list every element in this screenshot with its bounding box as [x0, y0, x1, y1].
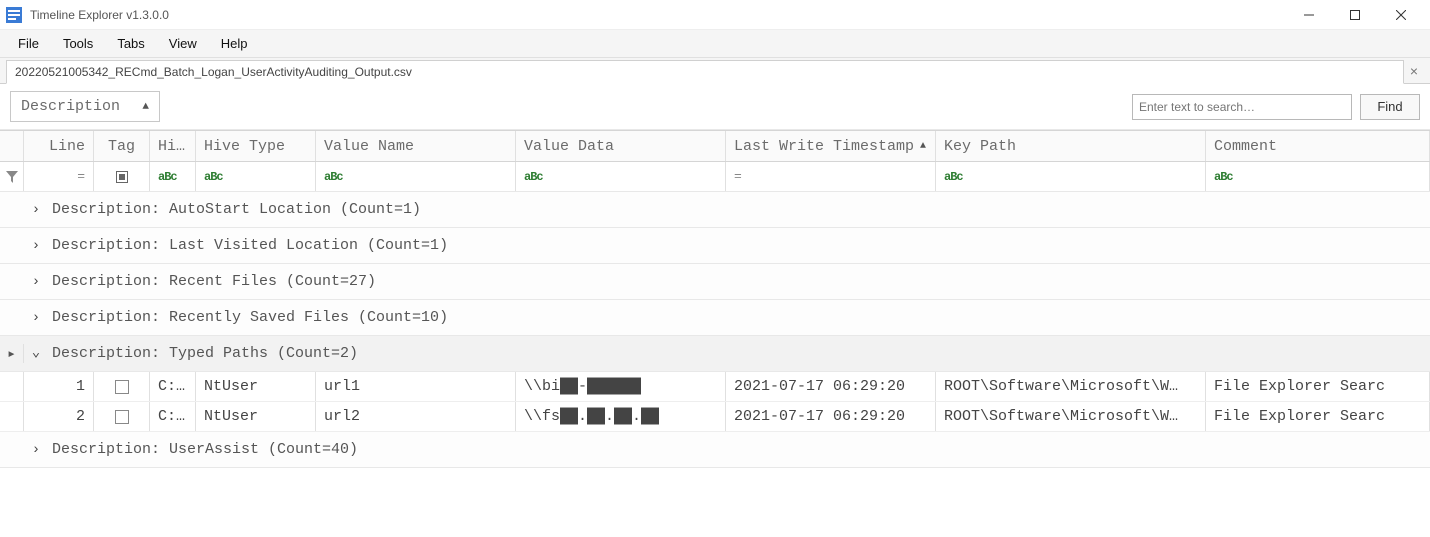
- group-by-selector[interactable]: Description ▲: [10, 91, 160, 122]
- cell-value-name: url2: [316, 402, 516, 431]
- tab-close-button[interactable]: ×: [1404, 63, 1424, 79]
- chevron-right-icon: ›: [24, 202, 48, 218]
- toolbar: Description ▲ Find: [0, 84, 1430, 130]
- chevron-right-icon: ›: [24, 442, 48, 458]
- col-comment[interactable]: Comment: [1206, 131, 1430, 161]
- cell-key-path: ROOT\Software\Microsoft\W…: [936, 402, 1206, 431]
- checkbox-icon: [116, 171, 128, 183]
- cell-value-data: \\fs██.██.██.██: [516, 402, 726, 431]
- window-controls: [1286, 0, 1424, 30]
- filter-hive[interactable]: aBc: [150, 162, 196, 191]
- filter-last-write[interactable]: =: [726, 162, 936, 191]
- col-hive[interactable]: Hi…: [150, 131, 196, 161]
- chevron-right-icon: ›: [24, 310, 48, 326]
- minimize-button[interactable]: [1286, 0, 1332, 30]
- cell-hive: C:…: [150, 372, 196, 401]
- table-row[interactable]: 2 C:… NtUser url2 \\fs██.██.██.██ 2021-0…: [0, 402, 1430, 432]
- cell-last-write: 2021-07-17 06:29:20: [726, 402, 936, 431]
- tab-file[interactable]: 20220521005342_RECmd_Batch_Logan_UserAct…: [6, 60, 1404, 84]
- group-label: Description: UserAssist (Count=40): [48, 441, 358, 458]
- col-value-name[interactable]: Value Name: [316, 131, 516, 161]
- cell-value-name: url1: [316, 372, 516, 401]
- group-label: Description: AutoStart Location (Count=1…: [48, 201, 421, 218]
- current-row-marker: ▸: [0, 344, 24, 363]
- filter-row: = aBc aBc aBc aBc = aBc aBc: [0, 162, 1430, 192]
- table-row[interactable]: 1 C:… NtUser url1 \\bi██-██████ 2021-07-…: [0, 372, 1430, 402]
- group-label: Description: Recently Saved Files (Count…: [48, 309, 448, 326]
- group-by-label: Description: [21, 98, 120, 115]
- maximize-button[interactable]: [1332, 0, 1378, 30]
- title-bar: Timeline Explorer v1.3.0.0: [0, 0, 1430, 30]
- find-button[interactable]: Find: [1360, 94, 1420, 120]
- group-label: Description: Last Visited Location (Coun…: [48, 237, 448, 254]
- cell-value-data: \\bi██-██████: [516, 372, 726, 401]
- col-line[interactable]: Line: [24, 131, 94, 161]
- col-hive-type[interactable]: Hive Type: [196, 131, 316, 161]
- group-row[interactable]: › Description: UserAssist (Count=40): [0, 432, 1430, 468]
- group-row[interactable]: ▸ ⌄ Description: Typed Paths (Count=2): [0, 336, 1430, 372]
- cell-line: 2: [24, 402, 94, 431]
- filter-key-path[interactable]: aBc: [936, 162, 1206, 191]
- filter-line[interactable]: =: [24, 162, 94, 191]
- cell-hive-type: NtUser: [196, 372, 316, 401]
- checkbox-icon[interactable]: [115, 410, 129, 424]
- col-tag[interactable]: Tag: [94, 131, 150, 161]
- find-button-label: Find: [1377, 99, 1402, 114]
- sort-asc-icon: ▲: [920, 141, 926, 152]
- close-button[interactable]: [1378, 0, 1424, 30]
- cell-tag[interactable]: [94, 402, 150, 431]
- cell-line: 1: [24, 372, 94, 401]
- cell-tag[interactable]: [94, 372, 150, 401]
- checkbox-icon[interactable]: [115, 380, 129, 394]
- menu-bar: File Tools Tabs View Help: [0, 30, 1430, 58]
- filter-value-data[interactable]: aBc: [516, 162, 726, 191]
- group-row[interactable]: › Description: Last Visited Location (Co…: [0, 228, 1430, 264]
- chevron-down-icon: ⌄: [24, 344, 48, 361]
- menu-view[interactable]: View: [157, 32, 209, 55]
- group-row[interactable]: › Description: Recent Files (Count=27): [0, 264, 1430, 300]
- cell-comment: File Explorer Searc: [1206, 402, 1430, 431]
- filter-tag[interactable]: [94, 162, 150, 191]
- cell-comment: File Explorer Searc: [1206, 372, 1430, 401]
- group-row[interactable]: › Description: Recently Saved Files (Cou…: [0, 300, 1430, 336]
- filter-value-name[interactable]: aBc: [316, 162, 516, 191]
- chevron-right-icon: ›: [24, 274, 48, 290]
- tab-label: 20220521005342_RECmd_Batch_Logan_UserAct…: [15, 65, 412, 79]
- cell-hive-type: NtUser: [196, 402, 316, 431]
- grid: Line Tag Hi… Hive Type Value Name Value …: [0, 130, 1430, 468]
- menu-help[interactable]: Help: [209, 32, 260, 55]
- cell-hive: C:…: [150, 402, 196, 431]
- group-label: Description: Typed Paths (Count=2): [48, 345, 358, 362]
- column-headers: Line Tag Hi… Hive Type Value Name Value …: [0, 130, 1430, 162]
- cell-last-write: 2021-07-17 06:29:20: [726, 372, 936, 401]
- app-icon: [6, 7, 22, 23]
- col-last-write[interactable]: Last Write Timestamp▲: [726, 131, 936, 161]
- window-title: Timeline Explorer v1.3.0.0: [30, 8, 169, 22]
- group-label: Description: Recent Files (Count=27): [48, 273, 376, 290]
- cell-key-path: ROOT\Software\Microsoft\W…: [936, 372, 1206, 401]
- filter-comment[interactable]: aBc: [1206, 162, 1430, 191]
- tab-strip: 20220521005342_RECmd_Batch_Logan_UserAct…: [0, 58, 1430, 84]
- col-value-data[interactable]: Value Data: [516, 131, 726, 161]
- sort-asc-icon: ▲: [142, 101, 149, 113]
- col-key-path[interactable]: Key Path: [936, 131, 1206, 161]
- menu-tabs[interactable]: Tabs: [105, 32, 156, 55]
- chevron-right-icon: ›: [24, 238, 48, 254]
- menu-file[interactable]: File: [6, 32, 51, 55]
- filter-icon[interactable]: [0, 162, 24, 191]
- menu-tools[interactable]: Tools: [51, 32, 105, 55]
- row-marker-header: [0, 131, 24, 161]
- filter-hive-type[interactable]: aBc: [196, 162, 316, 191]
- search-input[interactable]: [1132, 94, 1352, 120]
- group-row[interactable]: › Description: AutoStart Location (Count…: [0, 192, 1430, 228]
